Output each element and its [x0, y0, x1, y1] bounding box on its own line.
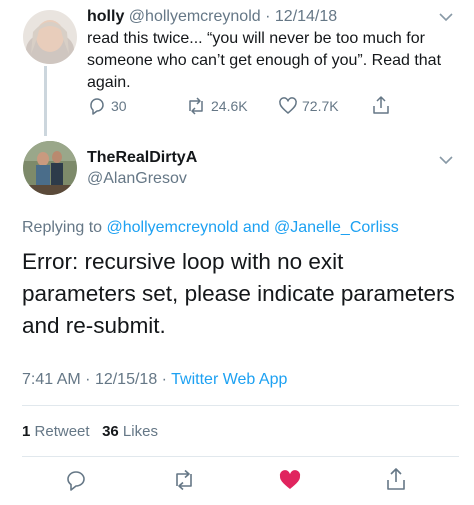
tweet2-time: 7:41 AM	[22, 371, 81, 388]
tweet1-like-button[interactable]: 72.7K	[278, 96, 339, 116]
heart-icon	[278, 96, 298, 116]
tweet2-text: Error: recursive loop with no exit param…	[22, 249, 455, 338]
replying-to-prefix: Replying to	[22, 219, 103, 236]
tweet2-share-button[interactable]	[384, 466, 408, 497]
tweet2-display-name[interactable]: TheRealDirtyA	[87, 149, 197, 167]
tweet2-date: 12/15/18	[94, 371, 158, 388]
tweet2-meta: 7:41 AM · 12/15/18 · Twitter Web App	[22, 371, 287, 389]
reply-icon	[87, 96, 107, 116]
tweet1-share-button[interactable]	[371, 94, 391, 116]
tweet1-handle[interactable]: @hollyemcreynold	[129, 8, 261, 25]
tweet2-reply-button[interactable]	[64, 468, 88, 497]
retweet-count: 1	[22, 423, 31, 440]
tweet2-meta-separator-1: ·	[85, 371, 91, 388]
reply-icon	[64, 471, 88, 496]
tweet1-text: read this twice... “you will never be to…	[87, 30, 442, 91]
retweet-icon	[185, 96, 207, 116]
share-icon	[371, 94, 391, 116]
tweet1-date[interactable]: 12/14/18	[275, 8, 337, 25]
tweet1-chevron-down-icon[interactable]	[438, 10, 454, 28]
likes-stat[interactable]: 36 Likes	[102, 423, 158, 440]
share-icon	[384, 468, 408, 496]
replying-to-line: Replying to @hollyemcreynold and @Janell…	[22, 219, 399, 237]
like-count: 36	[102, 423, 119, 440]
therealdirtya-avatar[interactable]	[23, 141, 77, 195]
tweet2-like-button[interactable]	[278, 468, 302, 497]
holly-avatar[interactable]	[23, 10, 77, 64]
retweets-stat[interactable]: 1 Retweet	[22, 423, 90, 440]
tweet2-chevron-down-icon[interactable]	[438, 153, 454, 171]
tweet1-date-separator: ·	[265, 8, 271, 25]
tweet1-retweet-button[interactable]: 24.6K	[185, 96, 248, 116]
like-label: Likes	[122, 423, 158, 440]
retweet-icon	[171, 469, 197, 496]
tweet1-like-count: 72.7K	[302, 98, 339, 114]
tweet2-stats: 1 Retweet 36 Likes	[22, 423, 158, 440]
tweet1-display-name[interactable]: holly	[87, 8, 124, 25]
tweet2-retweet-button[interactable]	[171, 468, 197, 497]
thread-connector-line	[44, 66, 47, 136]
tweet2-handle[interactable]: @AlanGresov	[87, 170, 187, 188]
replying-to-and: and	[242, 219, 270, 236]
tweet2-source-link[interactable]: Twitter Web App	[171, 371, 287, 388]
replying-to-user-holly[interactable]: @hollyemcreynold	[107, 219, 239, 236]
tweet1-reply-count: 30	[111, 98, 127, 114]
heart-filled-icon	[278, 470, 302, 496]
stats-top-divider	[22, 405, 459, 406]
stats-bottom-divider	[22, 456, 459, 457]
tweet1-retweet-count: 24.6K	[211, 98, 248, 114]
replying-to-user-janelle[interactable]: @Janelle_Corliss	[274, 219, 399, 236]
tweet2-meta-separator-2: ·	[161, 371, 167, 388]
retweet-label: Retweet	[34, 423, 90, 440]
tweet1-reply-button[interactable]: 30	[87, 96, 127, 116]
